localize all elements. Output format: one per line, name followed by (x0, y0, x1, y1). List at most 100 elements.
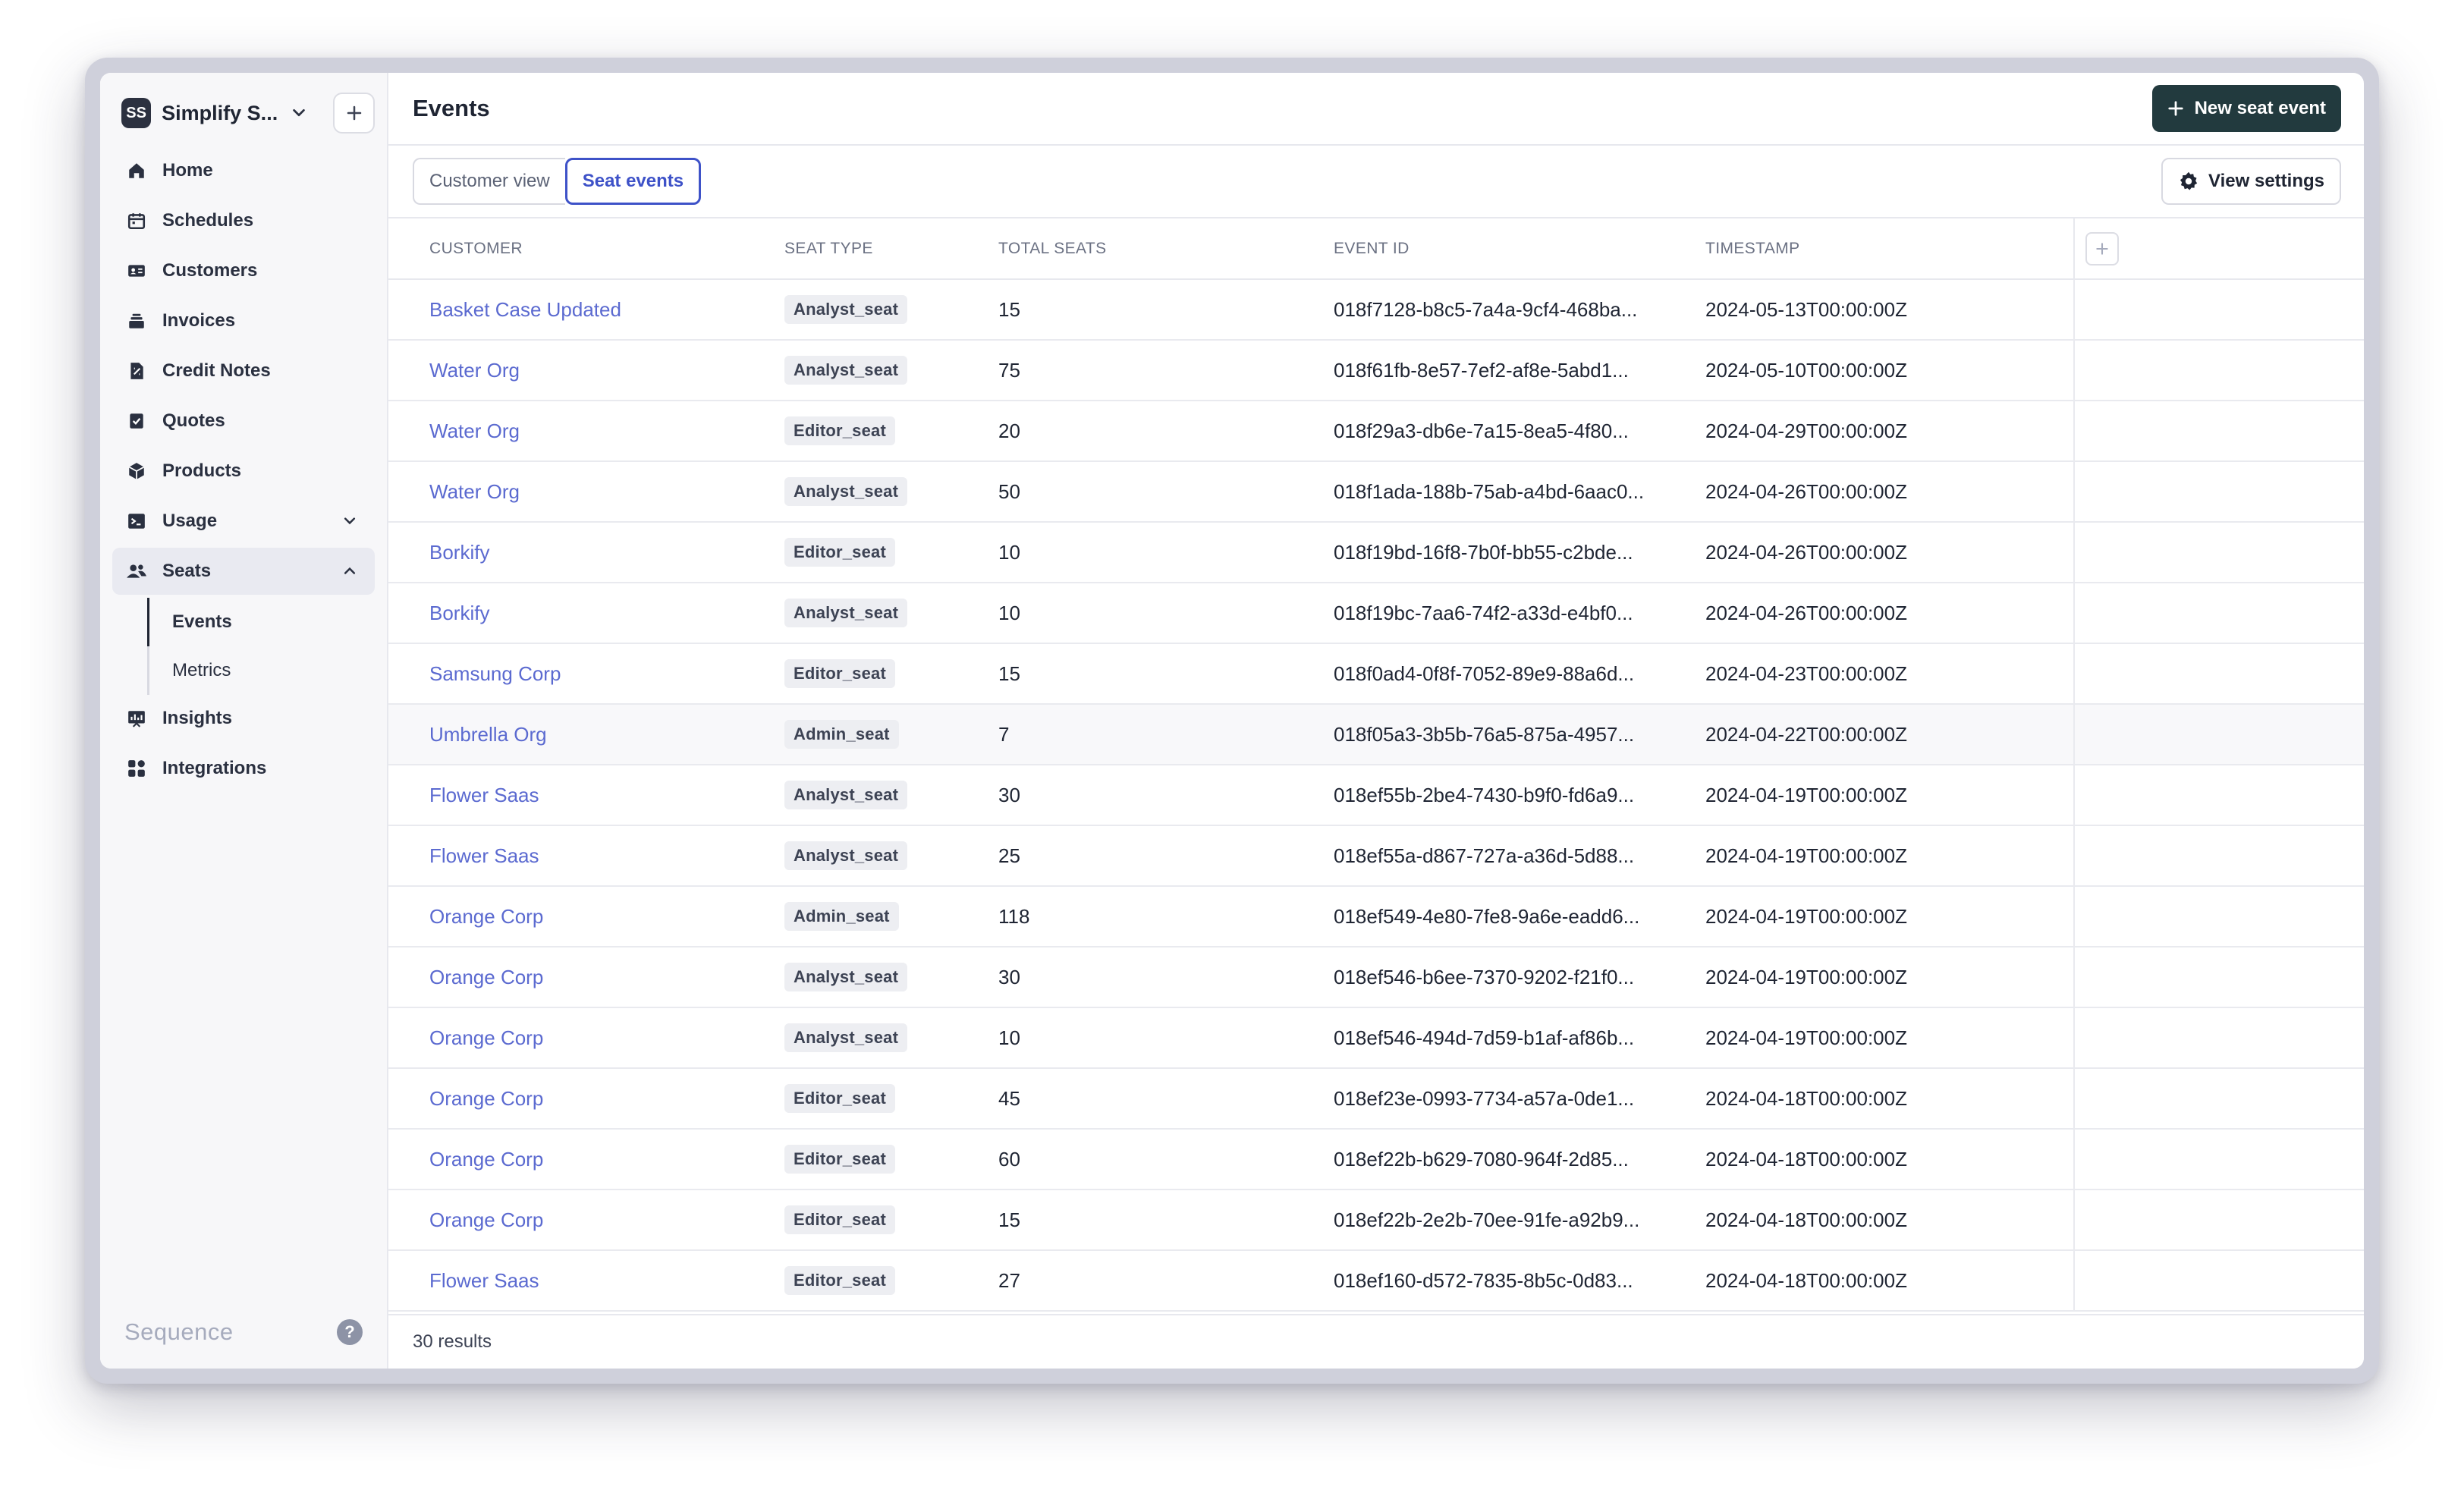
timestamp-cell: 2024-04-26T00:00:00Z (1705, 583, 2074, 644)
table-row[interactable]: Samsung Corp Editor_seat 15 018f0ad4-0f8f-7… (388, 643, 2364, 705)
subnav-item-events[interactable]: Events (147, 598, 375, 646)
tab-customer-view[interactable]: Customer view (413, 158, 565, 205)
empty-cell (2073, 643, 2364, 705)
subnav-item-metrics[interactable]: Metrics (149, 646, 375, 695)
customer-link[interactable]: Water Org (429, 420, 520, 442)
customer-link[interactable]: Orange Corp (429, 966, 543, 988)
sidebar-item-customers[interactable]: Customers (112, 247, 375, 294)
event-id-cell: 018f19bc-7aa6-74f2-a33d-e4bf0... (1334, 583, 1705, 644)
customer-cell: Orange Corp (388, 1189, 784, 1251)
table-row[interactable]: Umbrella Org Admin_seat 7 018f05a3-3b5b-76a… (388, 704, 2364, 765)
empty-cell (2073, 765, 2364, 826)
total-seats-cell: 30 (998, 947, 1334, 1008)
column-header-customer[interactable]: CUSTOMER (388, 218, 784, 280)
customer-cell: Samsung Corp (388, 643, 784, 705)
column-header-seat-type[interactable]: SEAT TYPE (784, 218, 998, 280)
table-row[interactable]: Water Org Editor_seat 20 018f29a3-db6e-7a15… (388, 401, 2364, 462)
table-row[interactable]: Orange Corp Analyst_seat 30 018ef546-b6ee-7… (388, 947, 2364, 1008)
sidebar-item-products[interactable]: Products (112, 448, 375, 495)
event-id-cell: 018ef55a-d867-727a-a36d-5d88... (1334, 825, 1705, 887)
customer-link[interactable]: Orange Corp (429, 1148, 543, 1171)
page-title: Events (413, 95, 490, 121)
table-row[interactable]: Orange Corp Admin_seat 118 018ef549-4e80-7f… (388, 886, 2364, 947)
table-row[interactable]: Water Org Analyst_seat 50 018f1ada-188b-75a… (388, 461, 2364, 523)
sidebar-item-insights[interactable]: Insights (112, 695, 375, 742)
table-row[interactable]: Flower Saas Analyst_seat 25 018ef55a-d867-7… (388, 825, 2364, 887)
customer-link[interactable]: Borkify (429, 541, 489, 564)
seat-type-badge: Editor_seat (784, 1145, 896, 1174)
column-header-event-id[interactable]: EVENT ID (1334, 218, 1705, 280)
sidebar-item-seats[interactable]: Seats (112, 548, 375, 595)
add-button[interactable] (333, 93, 375, 134)
help-icon[interactable]: ? (337, 1319, 363, 1345)
event-id-cell: 018ef160-d572-7835-8b5c-0d83... (1334, 1250, 1705, 1312)
seat-type-badge: Analyst_seat (784, 963, 908, 991)
customer-link[interactable]: Water Org (429, 480, 520, 503)
add-column-button[interactable] (2085, 231, 2119, 266)
plus-icon (347, 105, 361, 121)
sidebar-item-credit-notes[interactable]: Credit Notes (112, 347, 375, 394)
table-row[interactable]: Borkify Analyst_seat 10 018f19bc-7aa6-74f2-… (388, 583, 2364, 644)
customer-link[interactable]: Orange Corp (429, 1208, 543, 1231)
table-row[interactable]: Basket Case Updated Analyst_seat 15 018f712… (388, 279, 2364, 341)
org-avatar[interactable]: SS (121, 98, 152, 128)
empty-cell (2073, 340, 2364, 401)
empty-cell (2073, 583, 2364, 644)
new-seat-event-button[interactable]: New seat event (2151, 85, 2341, 132)
total-seats-cell: 10 (998, 583, 1334, 644)
seat-type-badge: Analyst_seat (784, 356, 908, 385)
customer-link[interactable]: Orange Corp (429, 1026, 543, 1049)
add-column-cell (2073, 218, 2364, 280)
timestamp-cell: 2024-04-18T00:00:00Z (1705, 1189, 2074, 1251)
sidebar-item-invoices[interactable]: Invoices (112, 297, 375, 344)
customer-link[interactable]: Flower Saas (429, 784, 539, 806)
table-row[interactable]: Water Org Analyst_seat 75 018f61fb-8e57-7ef… (388, 340, 2364, 401)
sidebar-item-home[interactable]: Home (112, 147, 375, 194)
sidebar-item-integrations[interactable]: Integrations (112, 745, 375, 792)
customer-link[interactable]: Borkify (429, 602, 489, 624)
chevron-down-icon[interactable] (338, 510, 361, 533)
column-header-total-seats[interactable]: TOTAL SEATS (998, 218, 1334, 280)
calendar-icon (126, 210, 147, 231)
customer-link[interactable]: Basket Case Updated (429, 298, 621, 321)
tab-seat-events[interactable]: Seat events (564, 158, 702, 205)
chevron-up-icon[interactable] (338, 560, 361, 583)
customer-link[interactable]: Flower Saas (429, 844, 539, 867)
seat-type-cell: Editor_seat (784, 1189, 998, 1251)
seat-type-cell: Admin_seat (784, 704, 998, 765)
customer-link[interactable]: Samsung Corp (429, 662, 561, 685)
event-id-cell: 018f05a3-3b5b-76a5-875a-4957... (1334, 704, 1705, 765)
org-name[interactable]: Simplify S... (162, 102, 281, 125)
table-row[interactable]: Orange Corp Editor_seat 15 018ef22b-2e2b-70… (388, 1189, 2364, 1251)
table-row[interactable]: Flower Saas Editor_seat 27 018ef160-d572-78… (388, 1250, 2364, 1312)
sidebar-item-schedules[interactable]: Schedules (112, 197, 375, 244)
sidebar-item-usage[interactable]: Usage (112, 498, 375, 545)
seat-type-badge: Admin_seat (784, 902, 899, 931)
table-row[interactable]: Orange Corp Editor_seat 60 018ef22b-b629-70… (388, 1129, 2364, 1190)
event-id-cell: 018f0ad4-0f8f-7052-89e9-88a6d... (1334, 643, 1705, 705)
customer-link[interactable]: Orange Corp (429, 1087, 543, 1110)
customer-link[interactable]: Flower Saas (429, 1269, 539, 1292)
table-row[interactable]: Orange Corp Analyst_seat 10 018ef546-494d-7… (388, 1007, 2364, 1069)
sidebar-item-label: Customers (162, 260, 258, 281)
customer-link[interactable]: Umbrella Org (429, 723, 547, 746)
view-settings-button[interactable]: View settings (2161, 158, 2341, 205)
seat-type-cell: Admin_seat (784, 886, 998, 947)
timestamp-cell: 2024-04-18T00:00:00Z (1705, 1250, 2074, 1312)
sidebar-item-label: Products (162, 460, 242, 481)
table-row[interactable]: Flower Saas Analyst_seat 30 018ef55b-2be4-7… (388, 765, 2364, 826)
grid-icon (126, 758, 147, 779)
timestamp-cell: 2024-04-19T00:00:00Z (1705, 765, 2074, 826)
table-row[interactable]: Orange Corp Editor_seat 45 018ef23e-0993-77… (388, 1068, 2364, 1130)
table-row[interactable]: Borkify Editor_seat 10 018f19bd-16f8-7b0f-b… (388, 522, 2364, 583)
terminal-icon (126, 511, 147, 532)
customer-cell: Flower Saas (388, 1250, 784, 1312)
customer-link[interactable]: Orange Corp (429, 905, 543, 928)
seat-type-cell: Editor_seat (784, 401, 998, 462)
sidebar-item-quotes[interactable]: Quotes (112, 398, 375, 445)
chevron-down-icon[interactable] (287, 100, 312, 126)
sidebar-footer: Sequence ? (124, 1318, 363, 1346)
customer-link[interactable]: Water Org (429, 359, 520, 382)
column-header-timestamp[interactable]: TIMESTAMP (1705, 218, 2074, 280)
seat-type-cell: Editor_seat (784, 522, 998, 583)
